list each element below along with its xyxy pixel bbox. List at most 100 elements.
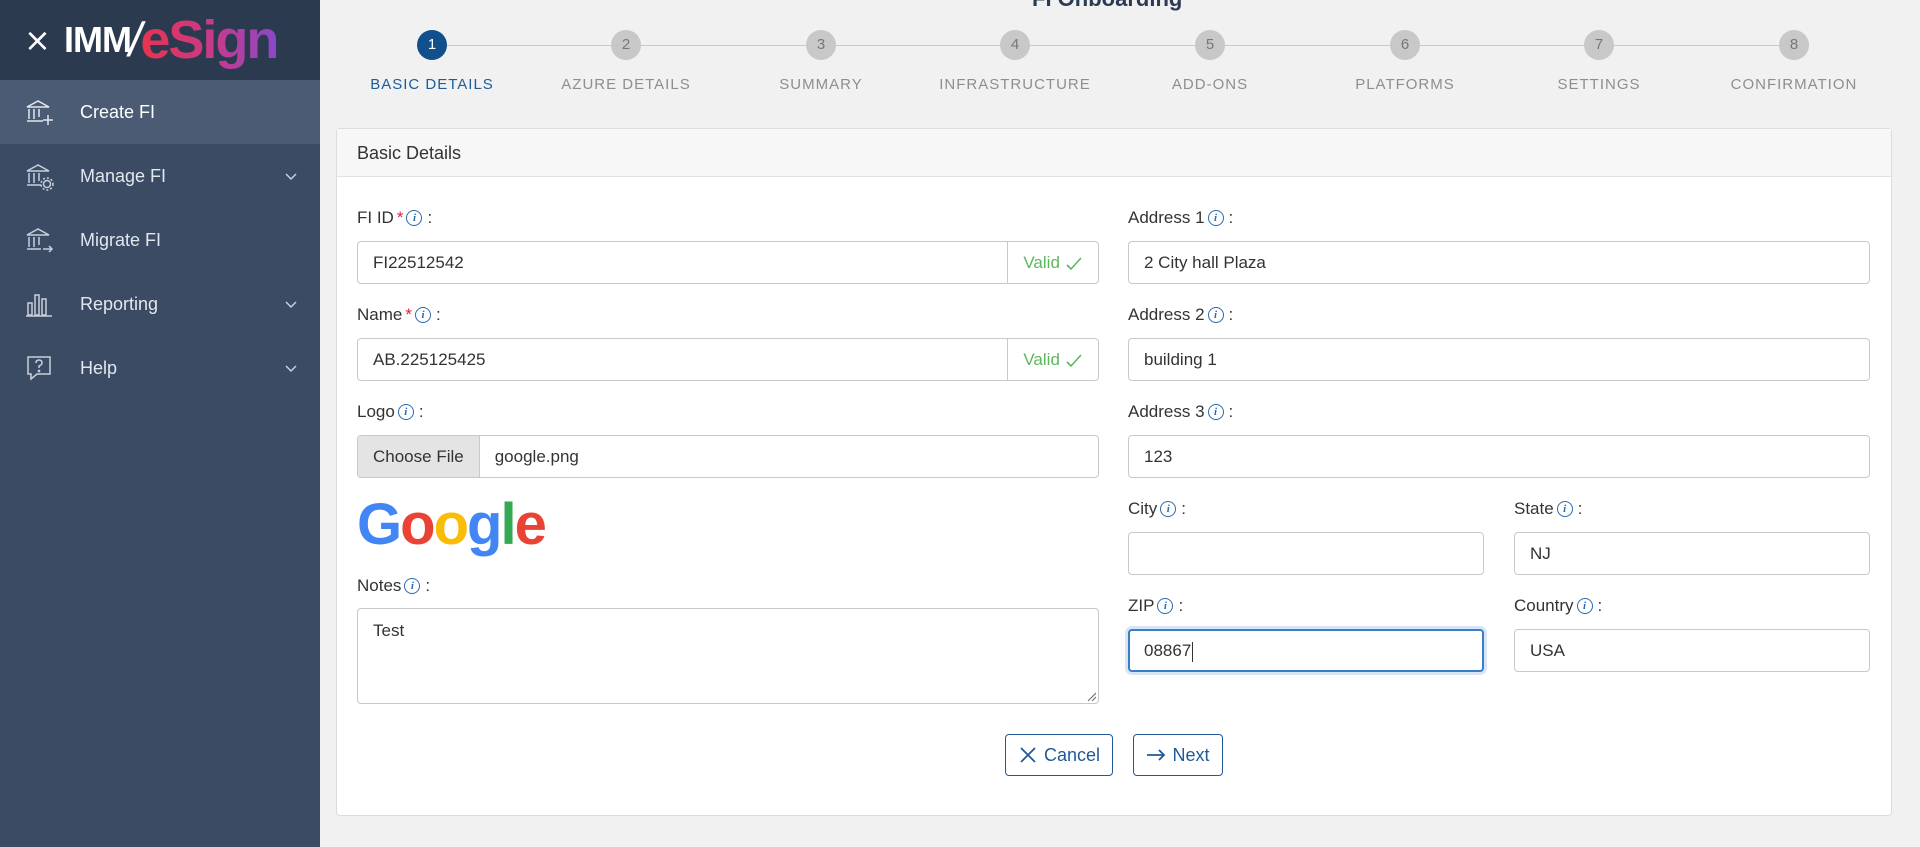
notes-label: Notes i : xyxy=(357,576,430,596)
chevron-down-icon[interactable] xyxy=(284,296,298,317)
step-infrastructure[interactable]: 4 INFRASTRUCTURE xyxy=(915,30,1115,93)
label-text: Country xyxy=(1514,596,1574,615)
step-number: 6 xyxy=(1390,30,1420,60)
step-azure-details[interactable]: 2 AZURE DETAILS xyxy=(526,30,726,93)
address1-label: Address 1 i : xyxy=(1128,208,1233,228)
label-text: Address 2 xyxy=(1128,305,1205,324)
label-colon: : xyxy=(1178,596,1184,615)
logo-preview: Google xyxy=(357,496,547,554)
chevron-down-icon[interactable] xyxy=(284,168,298,189)
choose-file-button[interactable]: Choose File xyxy=(358,436,480,477)
next-label: Next xyxy=(1172,744,1210,765)
label-colon: : xyxy=(418,402,424,421)
info-icon[interactable]: i xyxy=(397,404,414,420)
step-basic-details[interactable]: 1 BASIC DETAILS xyxy=(332,30,532,93)
label-colon: : xyxy=(427,208,433,227)
info-icon[interactable]: i xyxy=(1556,501,1573,517)
valid-text: Valid xyxy=(1023,350,1060,369)
resize-handle-icon[interactable] xyxy=(1086,691,1096,701)
step-label: SUMMARY xyxy=(779,76,863,93)
sidebar-item-help[interactable]: Help xyxy=(0,336,320,400)
info-icon[interactable]: i xyxy=(404,578,421,594)
step-settings[interactable]: 7 SETTINGS xyxy=(1499,30,1699,93)
address1-input[interactable]: 2 City hall Plaza xyxy=(1128,241,1870,284)
label-text: Address 1 xyxy=(1128,208,1205,227)
info-icon[interactable]: i xyxy=(1160,501,1177,517)
label-text: Address 3 xyxy=(1128,402,1205,421)
step-label: CONFIRMATION xyxy=(1730,76,1858,93)
sidebar-item-migrate-fi[interactable]: Migrate FI xyxy=(0,208,320,272)
check-icon xyxy=(1066,353,1082,367)
close-icon[interactable]: × xyxy=(24,24,51,56)
info-icon[interactable]: i xyxy=(414,307,431,323)
step-number: 3 xyxy=(806,30,836,60)
text-caret xyxy=(1192,641,1194,662)
cancel-button[interactable]: Cancel xyxy=(1005,734,1113,776)
address2-label: Address 2 i : xyxy=(1128,305,1233,325)
sidebar-item-label: Manage FI xyxy=(80,165,167,186)
step-label: AZURE DETAILS xyxy=(561,76,691,93)
city-input[interactable] xyxy=(1128,532,1484,575)
info-icon[interactable]: i xyxy=(1207,210,1224,226)
bank-arrow-icon xyxy=(24,225,54,255)
label-colon: : xyxy=(1181,499,1187,518)
page-title: FI Onboarding xyxy=(1032,0,1182,12)
fi-id-label: FI ID * i : xyxy=(357,208,432,228)
sidebar-item-manage-fi[interactable]: Manage FI xyxy=(0,144,320,208)
info-icon[interactable]: i xyxy=(1576,598,1593,614)
sidebar-item-label: Help xyxy=(80,357,118,378)
sidebar-item-create-fi[interactable]: Create FI xyxy=(0,80,320,144)
label-text: FI ID xyxy=(357,208,394,227)
step-number: 2 xyxy=(611,30,641,60)
logo-imm: IMM xyxy=(64,19,132,60)
notes-value: Test xyxy=(373,621,405,640)
info-icon[interactable]: i xyxy=(1157,598,1174,614)
step-confirmation[interactable]: 8 CONFIRMATION xyxy=(1694,30,1894,93)
info-icon[interactable]: i xyxy=(1207,307,1224,323)
basic-details-card: Basic Details FI ID * i : FI22512542 Val… xyxy=(336,128,1892,816)
label-text: State xyxy=(1514,499,1554,518)
step-label: BASIC DETAILS xyxy=(370,76,494,93)
sidebar-item-label: Create FI xyxy=(80,101,156,122)
bank-settings-icon xyxy=(24,161,54,191)
main-content: FI Onboarding 1 BASIC DETAILS 2 AZURE DE… xyxy=(320,0,1920,847)
check-icon xyxy=(1066,256,1082,270)
chevron-down-icon[interactable] xyxy=(284,360,298,381)
sidebar-item-label: Reporting xyxy=(80,293,159,314)
country-label: Country i : xyxy=(1514,596,1602,616)
step-number: 4 xyxy=(1000,30,1030,60)
info-icon[interactable]: i xyxy=(406,210,423,226)
onboarding-stepper: 1 BASIC DETAILS 2 AZURE DETAILS 3 SUMMAR… xyxy=(320,30,1920,100)
country-input[interactable]: USA xyxy=(1514,629,1870,672)
city-label: City i : xyxy=(1128,499,1186,519)
step-number: 1 xyxy=(417,30,447,60)
name-input[interactable]: AB.225125425 xyxy=(357,338,1008,381)
bar-chart-icon xyxy=(24,289,54,319)
next-button[interactable]: Next xyxy=(1133,734,1223,776)
step-summary[interactable]: 3 SUMMARY xyxy=(721,30,921,93)
sidebar-item-reporting[interactable]: Reporting xyxy=(0,272,320,336)
bank-plus-icon xyxy=(24,97,54,127)
state-input[interactable]: NJ xyxy=(1514,532,1870,575)
card-title: Basic Details xyxy=(337,129,1891,177)
logo-letter: l xyxy=(500,492,516,557)
info-icon[interactable]: i xyxy=(1207,404,1224,420)
logo-file-input[interactable]: Choose File google.png xyxy=(357,435,1099,478)
logo-letter: G xyxy=(357,492,402,557)
step-platforms[interactable]: 6 PLATFORMS xyxy=(1305,30,1505,93)
address2-input[interactable]: building 1 xyxy=(1128,338,1870,381)
label-colon: : xyxy=(1577,499,1583,518)
step-add-ons[interactable]: 5 ADD-ONS xyxy=(1110,30,1310,93)
close-icon xyxy=(1020,747,1036,763)
required-marker: * xyxy=(396,208,404,227)
step-number: 5 xyxy=(1195,30,1225,60)
help-chat-icon xyxy=(24,353,54,383)
sidebar: × IMM / eSign Create FI Manage FI Migrat… xyxy=(0,0,320,847)
state-label: State i : xyxy=(1514,499,1582,519)
address3-input[interactable]: 123 xyxy=(1128,435,1870,478)
fi-id-input[interactable]: FI22512542 xyxy=(357,241,1008,284)
address3-label: Address 3 i : xyxy=(1128,402,1233,422)
notes-textarea[interactable]: Test xyxy=(357,608,1099,704)
logo-esign: eSign xyxy=(140,10,279,70)
zip-input[interactable]: 08867 xyxy=(1128,629,1484,672)
